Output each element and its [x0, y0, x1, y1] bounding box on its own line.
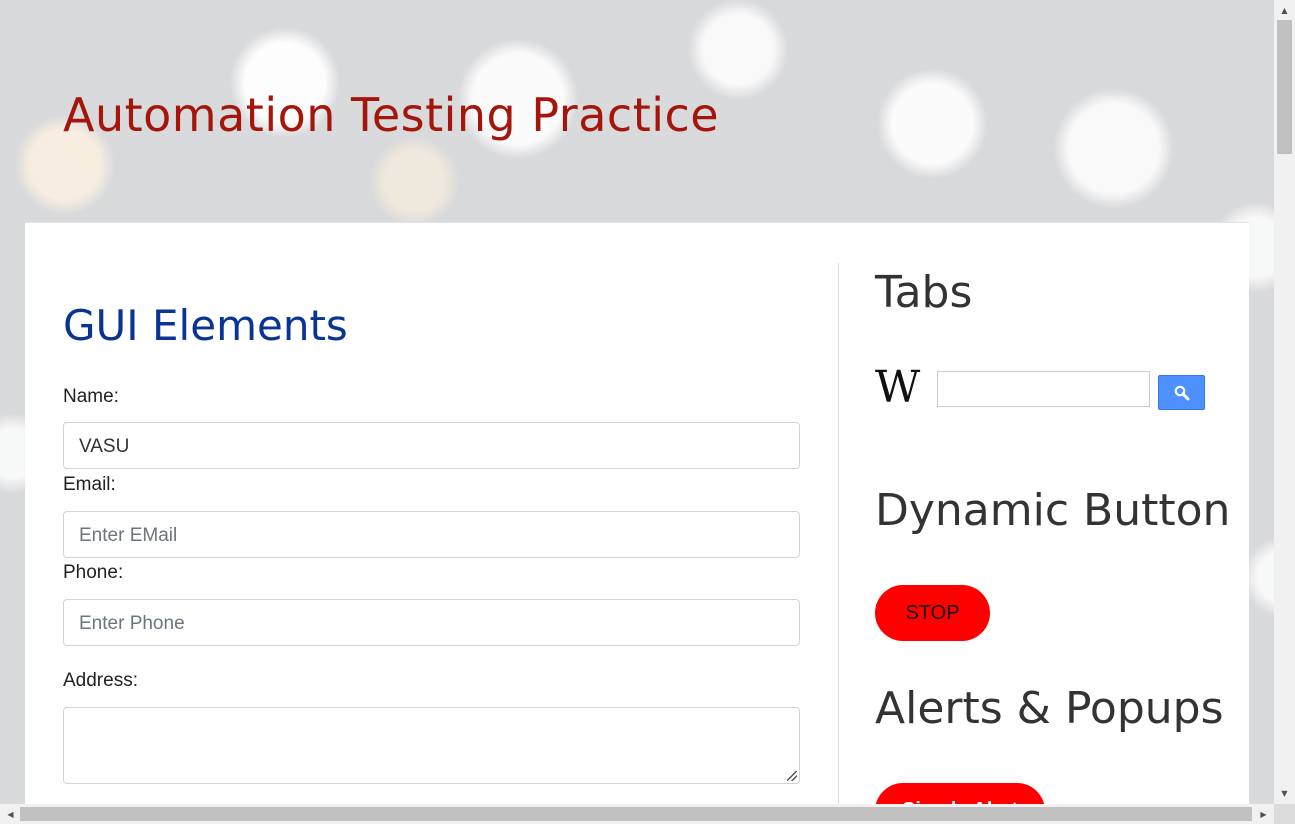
name-label: Name: — [63, 386, 119, 407]
column-divider — [838, 263, 839, 823]
alerts-popups-title: Alerts & Popups — [875, 683, 1224, 734]
dynamic-button-title: Dynamic Button — [875, 485, 1231, 536]
horizontal-scrollbar[interactable]: ◀ ▶ — [0, 804, 1274, 824]
scroll-left-icon[interactable]: ◀ — [2, 804, 19, 824]
page-header: Automation Testing Practice — [0, 0, 1274, 222]
wikipedia-logo-icon: W — [875, 362, 920, 413]
vertical-scrollbar[interactable]: ▲ ▼ — [1274, 0, 1295, 804]
vertical-scroll-thumb[interactable] — [1277, 20, 1292, 154]
email-label: Email: — [63, 474, 116, 495]
scroll-right-icon[interactable]: ▶ — [1255, 804, 1272, 824]
name-input[interactable]: VASU — [63, 422, 800, 469]
section-title-gui-elements: GUI Elements — [63, 301, 348, 350]
phone-label: Phone: — [63, 562, 124, 583]
main-content: GUI Elements Name: VASU Email: Enter EMa… — [25, 222, 1249, 824]
tabs-title: Tabs — [875, 267, 973, 318]
wikipedia-search-input[interactable] — [937, 371, 1150, 407]
address-textarea[interactable] — [63, 707, 800, 784]
stop-button[interactable]: STOP — [875, 585, 990, 641]
address-label: Address: — [63, 670, 138, 691]
scrollbar-corner — [1274, 804, 1295, 824]
wikipedia-search-button[interactable] — [1158, 375, 1205, 410]
scroll-down-icon[interactable]: ▼ — [1274, 785, 1295, 802]
phone-input[interactable]: Enter Phone — [63, 599, 800, 646]
resize-grip-icon[interactable] — [787, 771, 797, 781]
horizontal-scroll-thumb[interactable] — [20, 807, 1252, 821]
search-icon — [1174, 385, 1189, 400]
site-title: Automation Testing Practice — [63, 88, 720, 142]
scroll-up-icon[interactable]: ▲ — [1274, 2, 1295, 19]
email-input[interactable]: Enter EMail — [63, 511, 800, 558]
